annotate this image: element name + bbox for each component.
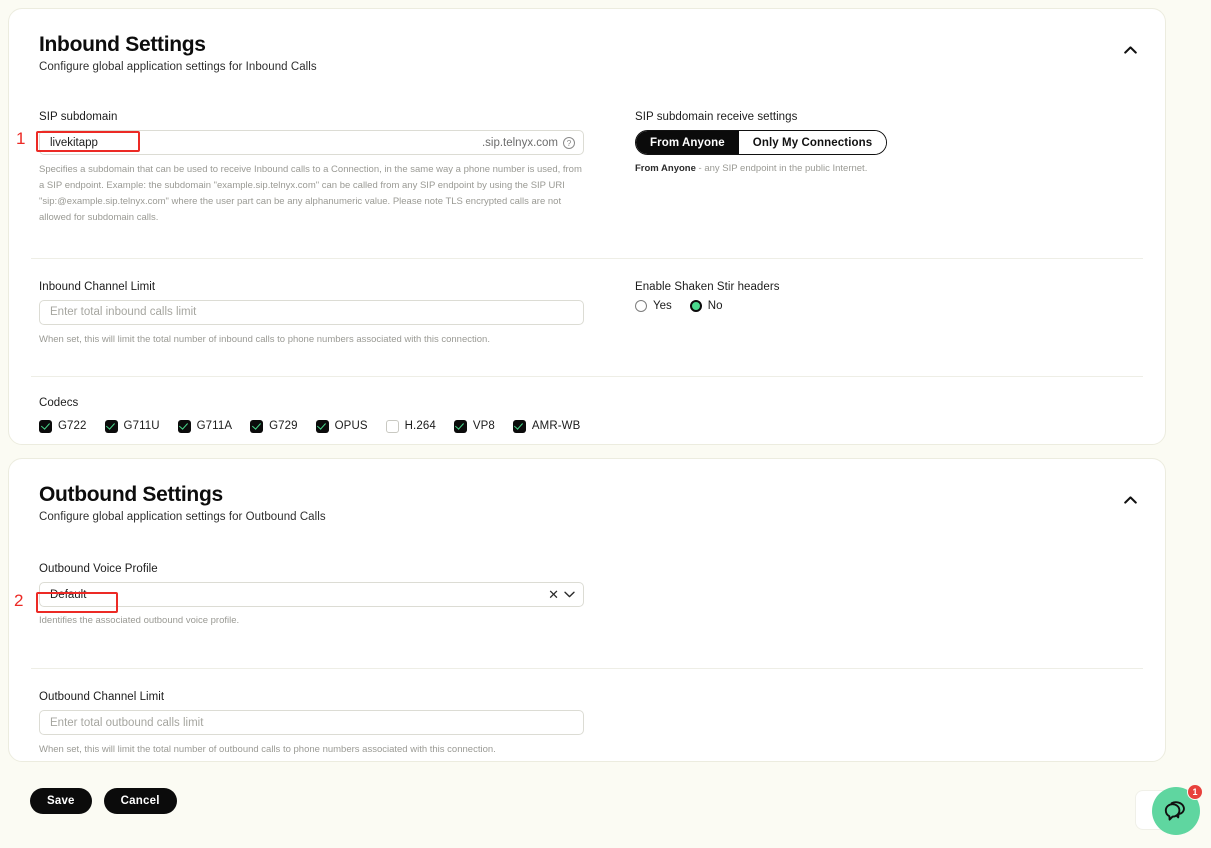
checkbox-checked-icon bbox=[104, 419, 118, 433]
sip-subdomain-group: SIP subdomain .sip.telnyx.com ? Specifie… bbox=[39, 111, 605, 226]
checkbox-checked-icon bbox=[177, 419, 191, 433]
outbound-title: Outbound Settings bbox=[39, 483, 223, 506]
inbound-settings-card: Inbound Settings Configure global applic… bbox=[8, 8, 1166, 445]
codec-label-amr-wb: AMR-WB bbox=[531, 420, 581, 433]
inbound-row-channel-limit: Inbound Channel Limit When set, this wil… bbox=[9, 281, 1165, 348]
checkbox-checked-icon bbox=[512, 419, 526, 433]
inbound-row-codecs: Codecs G722 G711U G711A G729 OPUS H.264 … bbox=[9, 397, 1165, 433]
checkbox-checked-icon bbox=[250, 419, 264, 433]
codec-item-amr-wb[interactable]: AMR-WB bbox=[512, 419, 581, 433]
outbound-voice-profile-select[interactable]: ✕ bbox=[39, 582, 584, 608]
outbound-subtitle: Configure global application settings fo… bbox=[39, 511, 326, 524]
inbound-collapse-button[interactable] bbox=[1117, 39, 1143, 61]
sip-receive-settings-group: SIP subdomain receive settings From Anyo… bbox=[605, 111, 1135, 226]
sip-subdomain-input[interactable] bbox=[50, 131, 482, 155]
outbound-collapse-button[interactable] bbox=[1117, 489, 1143, 511]
codec-label-opus: OPUS bbox=[334, 420, 368, 433]
outbound-channel-limit-input-wrap[interactable] bbox=[39, 710, 584, 736]
outbound-row-channel-limit: Outbound Channel Limit When set, this wi… bbox=[9, 691, 1165, 758]
outbound-voice-profile-spacer bbox=[605, 563, 1135, 629]
outbound-voice-profile-input[interactable] bbox=[50, 583, 549, 607]
sip-receive-settings-label: SIP subdomain receive settings bbox=[635, 111, 798, 124]
codecs-list: G722 G711U G711A G729 OPUS H.264 VP8 AMR… bbox=[39, 419, 1135, 433]
codec-label-g729: G729 bbox=[269, 420, 298, 433]
codec-label-g722: G722 bbox=[58, 420, 87, 433]
outbound-voice-profile-icons: ✕ bbox=[548, 588, 575, 601]
sip-subdomain-input-wrap[interactable]: .sip.telnyx.com ? bbox=[39, 130, 584, 156]
outbound-divider-1 bbox=[31, 668, 1143, 670]
inbound-card-header: Inbound Settings Configure global applic… bbox=[9, 9, 1165, 73]
codec-item-g722[interactable]: G722 bbox=[39, 419, 87, 433]
codec-item-h264[interactable]: H.264 bbox=[385, 419, 436, 433]
cancel-button[interactable]: Cancel bbox=[103, 788, 177, 814]
codec-item-vp8[interactable]: VP8 bbox=[453, 419, 495, 433]
shaken-stir-label: Enable Shaken Stir headers bbox=[635, 280, 780, 293]
shaken-stir-yes-label: Yes bbox=[653, 299, 672, 312]
codecs-label: Codecs bbox=[39, 396, 79, 409]
shaken-stir-group: Enable Shaken Stir headers Yes No bbox=[605, 281, 1135, 348]
radio-unselected-icon bbox=[635, 299, 647, 312]
chevron-up-icon bbox=[1123, 46, 1137, 54]
inbound-divider-1 bbox=[31, 257, 1143, 259]
chat-unread-badge: 1 bbox=[1187, 784, 1203, 800]
sip-subdomain-label: SIP subdomain bbox=[39, 111, 118, 124]
sip-receive-settings-hint: From Anyone - any SIP endpoint in the pu… bbox=[635, 163, 1135, 174]
outbound-card-header: Outbound Settings Configure global appli… bbox=[9, 459, 1165, 523]
codec-item-g711a[interactable]: G711A bbox=[177, 419, 233, 433]
inbound-channel-limit-input[interactable] bbox=[50, 300, 575, 324]
inbound-subtitle: Configure global application settings fo… bbox=[39, 61, 317, 74]
close-x-icon[interactable]: ✕ bbox=[548, 588, 559, 601]
sip-subdomain-suffix: .sip.telnyx.com bbox=[481, 136, 558, 149]
shaken-stir-radio-yes[interactable]: Yes bbox=[635, 299, 672, 312]
checkbox-checked-icon bbox=[39, 419, 52, 433]
codec-label-h264: H.264 bbox=[404, 420, 436, 433]
outbound-channel-limit-input[interactable] bbox=[50, 711, 575, 735]
sip-receive-hint-strong: From Anyone bbox=[635, 163, 696, 175]
outbound-row-voice-profile: Outbound Voice Profile ✕ Identifies the … bbox=[9, 563, 1165, 629]
inbound-channel-limit-input-wrap[interactable] bbox=[39, 299, 584, 325]
outbound-channel-limit-label: Outbound Channel Limit bbox=[39, 691, 165, 704]
save-button[interactable]: Save bbox=[30, 788, 92, 814]
codec-label-g711a: G711A bbox=[196, 420, 233, 433]
outbound-voice-profile-hint: Identifies the associated outbound voice… bbox=[39, 615, 240, 627]
chevron-up-icon bbox=[1123, 496, 1137, 504]
toggle-option-from-anyone[interactable]: From Anyone bbox=[636, 131, 739, 155]
outbound-channel-limit-hint: When set, this will limit the total numb… bbox=[39, 744, 496, 756]
codecs-group: Codecs G722 G711U G711A G729 OPUS H.264 … bbox=[39, 397, 1135, 433]
inbound-row-subdomain: SIP subdomain .sip.telnyx.com ? Specifie… bbox=[9, 111, 1165, 226]
checkbox-checked-icon bbox=[315, 419, 329, 433]
footer-actions: Save Cancel bbox=[8, 778, 1166, 824]
inbound-channel-limit-group: Inbound Channel Limit When set, this wil… bbox=[39, 281, 605, 348]
settings-page: Inbound Settings Configure global applic… bbox=[0, 0, 1211, 848]
radio-selected-icon bbox=[689, 299, 702, 312]
codec-item-opus[interactable]: OPUS bbox=[315, 419, 368, 433]
outbound-voice-profile-group: Outbound Voice Profile ✕ Identifies the … bbox=[39, 563, 605, 629]
codec-label-vp8: VP8 bbox=[472, 420, 495, 433]
outbound-channel-limit-spacer bbox=[605, 691, 1135, 758]
sip-receive-settings-toggle[interactable]: From Anyone Only My Connections bbox=[635, 130, 888, 156]
codec-item-g729[interactable]: G729 bbox=[250, 419, 298, 433]
codec-item-g711u[interactable]: G711U bbox=[104, 419, 160, 433]
chevron-down-icon[interactable] bbox=[564, 591, 575, 598]
checkbox-checked-icon bbox=[453, 419, 467, 433]
question-mark-circle-icon[interactable]: ? bbox=[563, 136, 575, 149]
codec-label-g711u: G711U bbox=[123, 420, 160, 433]
outbound-voice-profile-label: Outbound Voice Profile bbox=[39, 563, 158, 576]
outbound-settings-card: Outbound Settings Configure global appli… bbox=[8, 458, 1166, 762]
inbound-channel-limit-hint: When set, this will limit the total numb… bbox=[39, 333, 490, 345]
inbound-divider-2 bbox=[31, 375, 1143, 377]
sip-subdomain-hint: Specifies a subdomain that can be used t… bbox=[39, 164, 582, 223]
shaken-stir-radio-row: Yes No bbox=[635, 299, 1135, 312]
page-title: Inbound Settings bbox=[39, 33, 206, 56]
shaken-stir-no-label: No bbox=[707, 299, 723, 312]
sip-receive-hint-rest: - any SIP endpoint in the public Interne… bbox=[695, 163, 868, 175]
chat-bubbles-icon bbox=[1164, 801, 1185, 821]
shaken-stir-radio-no[interactable]: No bbox=[689, 299, 723, 312]
checkbox-unchecked-icon bbox=[385, 419, 399, 433]
inbound-channel-limit-label: Inbound Channel Limit bbox=[39, 280, 156, 293]
outbound-channel-limit-group: Outbound Channel Limit When set, this wi… bbox=[39, 691, 605, 758]
toggle-option-only-my-connections[interactable]: Only My Connections bbox=[738, 131, 887, 155]
